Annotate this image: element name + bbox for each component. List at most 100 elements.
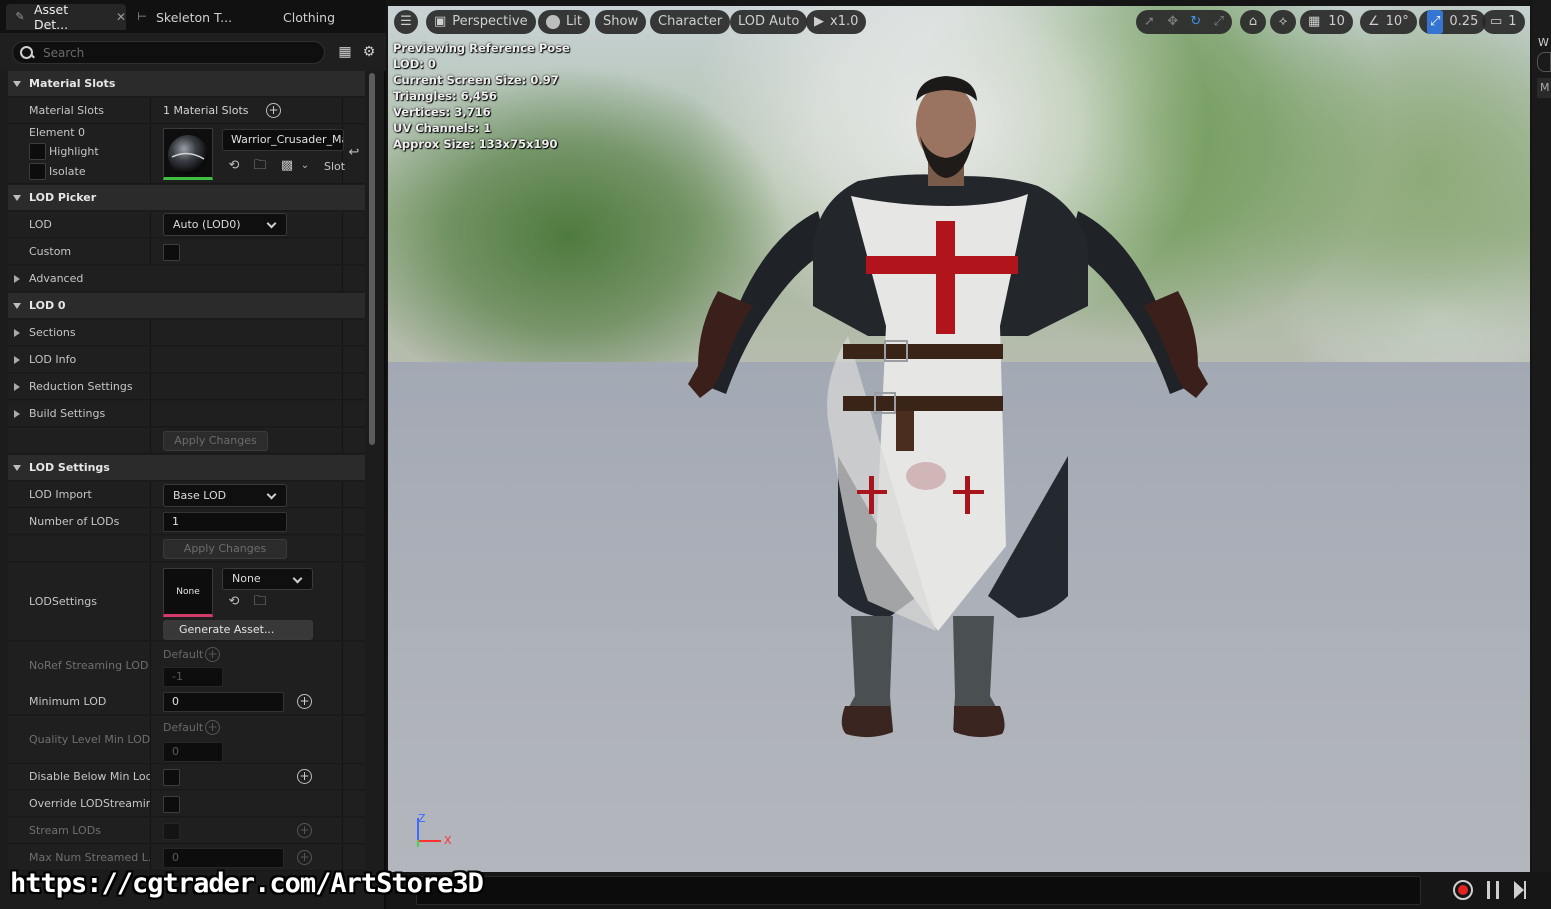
- lodsettings-select[interactable]: None: [222, 568, 313, 590]
- apply-changes-button[interactable]: Apply Changes: [163, 539, 287, 559]
- right-panel-search-edge[interactable]: [1537, 52, 1551, 72]
- custom-checkbox[interactable]: [163, 244, 180, 261]
- tab-clothing[interactable]: Clothing: [275, 4, 365, 30]
- use-selected-icon[interactable]: ⟲: [225, 158, 243, 174]
- category-lod-0[interactable]: LOD 0: [8, 293, 365, 319]
- translate-icon[interactable]: ✥: [1167, 10, 1178, 34]
- apply-changes-button[interactable]: Apply Changes: [163, 431, 268, 451]
- category-lod-settings[interactable]: LOD Settings: [8, 455, 365, 481]
- right-panel-tab-edge[interactable]: M: [1537, 78, 1551, 98]
- lod-auto-button[interactable]: LOD Auto: [730, 10, 808, 34]
- record-icon[interactable]: [1453, 880, 1473, 900]
- collapsed-arrow-icon: [14, 383, 20, 391]
- use-selected-icon[interactable]: ⟲: [225, 594, 243, 610]
- lod-import-select[interactable]: Base LOD: [163, 484, 287, 507]
- add-override-icon[interactable]: +: [297, 850, 312, 865]
- browse-folder-icon[interactable]: 🗀: [251, 594, 269, 610]
- search-input[interactable]: Search: [12, 41, 325, 64]
- category-label: Material Slots: [29, 77, 116, 90]
- override-streaming-checkbox[interactable]: [163, 796, 180, 813]
- generate-asset-button[interactable]: Generate Asset...: [163, 620, 313, 640]
- property-label: LOD: [29, 218, 52, 231]
- lod-select[interactable]: Auto (LOD0): [163, 213, 287, 236]
- noref-value-field[interactable]: -1: [163, 667, 223, 687]
- max-num-streamed-field[interactable]: 0: [163, 848, 284, 868]
- world-local-button[interactable]: ⌂: [1240, 10, 1266, 34]
- character-button[interactable]: Character: [650, 10, 731, 34]
- viewport-menu-button[interactable]: ☰: [394, 10, 418, 34]
- angle-snap-button[interactable]: ∠ 10°: [1360, 10, 1417, 34]
- category-label: LOD 0: [29, 299, 66, 312]
- tab-skeleton-tree[interactable]: ⊢ Skeleton T...: [128, 4, 258, 30]
- material-asset-field[interactable]: Warrior_Crusader_Mat: [222, 129, 344, 151]
- chevron-down-icon[interactable]: ⌄: [296, 158, 314, 174]
- surface-snap-button[interactable]: ⟡: [1270, 10, 1296, 34]
- rotate-icon[interactable]: ↻: [1190, 10, 1201, 34]
- noref-default-label: Default: [163, 648, 204, 661]
- checker-icon[interactable]: ▩: [278, 158, 296, 174]
- stream-lods-checkbox[interactable]: [163, 823, 180, 840]
- grid-snap-value: 10: [1328, 14, 1345, 29]
- add-override-icon[interactable]: +: [205, 647, 220, 662]
- details-property-list: Material Slots Material Slots 1 Material…: [8, 71, 365, 909]
- collapsed-arrow-icon: [14, 329, 20, 337]
- timeline-track[interactable]: [416, 876, 1421, 905]
- perspective-button[interactable]: ▣ Perspective: [426, 10, 536, 34]
- scale-icon[interactable]: ⤢: [1214, 10, 1224, 34]
- collapsed-arrow-icon: [14, 410, 20, 418]
- close-icon[interactable]: ✕: [116, 10, 126, 24]
- category-lod-picker[interactable]: LOD Picker: [8, 185, 365, 211]
- add-override-icon[interactable]: +: [297, 769, 312, 784]
- x-axis-line: [417, 840, 441, 842]
- step-forward-icon[interactable]: [1514, 881, 1526, 899]
- category-material-slots[interactable]: Material Slots: [8, 71, 365, 97]
- row-build-settings[interactable]: Build Settings: [8, 401, 365, 427]
- chevron-down-icon: [266, 218, 277, 229]
- property-label: Sections: [29, 326, 76, 339]
- lodsettings-thumbnail[interactable]: None: [163, 568, 213, 617]
- row-quality-level-min-lod: Quality Level Min LOD Default + 0: [8, 716, 365, 764]
- camera-speed-button[interactable]: ▭ 1: [1482, 10, 1525, 34]
- select-icon[interactable]: ➚: [1144, 10, 1155, 34]
- cube-icon: ▣: [434, 14, 447, 29]
- number-of-lods-field[interactable]: 1: [163, 512, 287, 532]
- row-element-0: Element 0 Highlight Isolate Warrior_Crus…: [8, 125, 365, 184]
- expand-arrow-icon: [13, 464, 21, 471]
- row-reduction-settings[interactable]: Reduction Settings: [8, 374, 365, 400]
- scale-snap-button[interactable]: ⤢ 0.25: [1419, 10, 1487, 34]
- row-advanced[interactable]: Advanced: [8, 266, 365, 292]
- transform-tools-group[interactable]: ➚ ✥ ↻ ⤢: [1136, 10, 1232, 34]
- lit-button[interactable]: Lit: [538, 10, 590, 34]
- table-view-icon[interactable]: ▦: [337, 44, 353, 60]
- row-minimum-lod: Minimum LOD 0 +: [8, 689, 365, 715]
- row-lod-info[interactable]: LOD Info: [8, 347, 365, 373]
- row-lodsettings: LODSettings None None ⟲ 🗀 Generate Asset…: [8, 563, 365, 641]
- grid-snap-button[interactable]: ▦ 10: [1300, 10, 1353, 34]
- material-slot-count: 1 Material Slots: [163, 104, 249, 117]
- add-override-icon[interactable]: +: [297, 823, 312, 838]
- play-speed-button[interactable]: ▶ x1.0: [806, 10, 867, 34]
- search-row: Search ▦ ⚙: [0, 33, 386, 71]
- reset-arrow-icon[interactable]: ↩: [345, 145, 363, 161]
- tab-asset-details[interactable]: ✎ Asset Det... ✕: [6, 2, 126, 32]
- collapsed-arrow-icon: [14, 356, 20, 364]
- disable-below-min-checkbox[interactable]: [163, 769, 180, 786]
- property-label: Stream LODs: [29, 824, 101, 837]
- minimum-lod-field[interactable]: 0: [163, 692, 284, 712]
- add-override-icon[interactable]: +: [205, 720, 220, 735]
- add-material-slot-icon[interactable]: +: [266, 103, 281, 118]
- quality-value-field[interactable]: 0: [163, 742, 223, 762]
- details-scrollbar[interactable]: [369, 73, 375, 445]
- property-label: LODSettings: [29, 595, 97, 608]
- browse-folder-icon[interactable]: 🗀: [251, 158, 269, 174]
- add-override-icon[interactable]: +: [297, 694, 312, 709]
- gear-icon[interactable]: ⚙: [361, 44, 377, 60]
- property-label: Material Slots: [29, 104, 104, 117]
- show-button[interactable]: Show: [595, 10, 647, 34]
- highlight-checkbox[interactable]: [29, 143, 46, 160]
- row-lod: LOD Auto (LOD0): [8, 212, 365, 238]
- row-sections[interactable]: Sections: [8, 320, 365, 346]
- isolate-checkbox[interactable]: [29, 163, 46, 180]
- material-thumbnail[interactable]: [163, 128, 213, 180]
- pause-icon[interactable]: [1487, 881, 1499, 899]
